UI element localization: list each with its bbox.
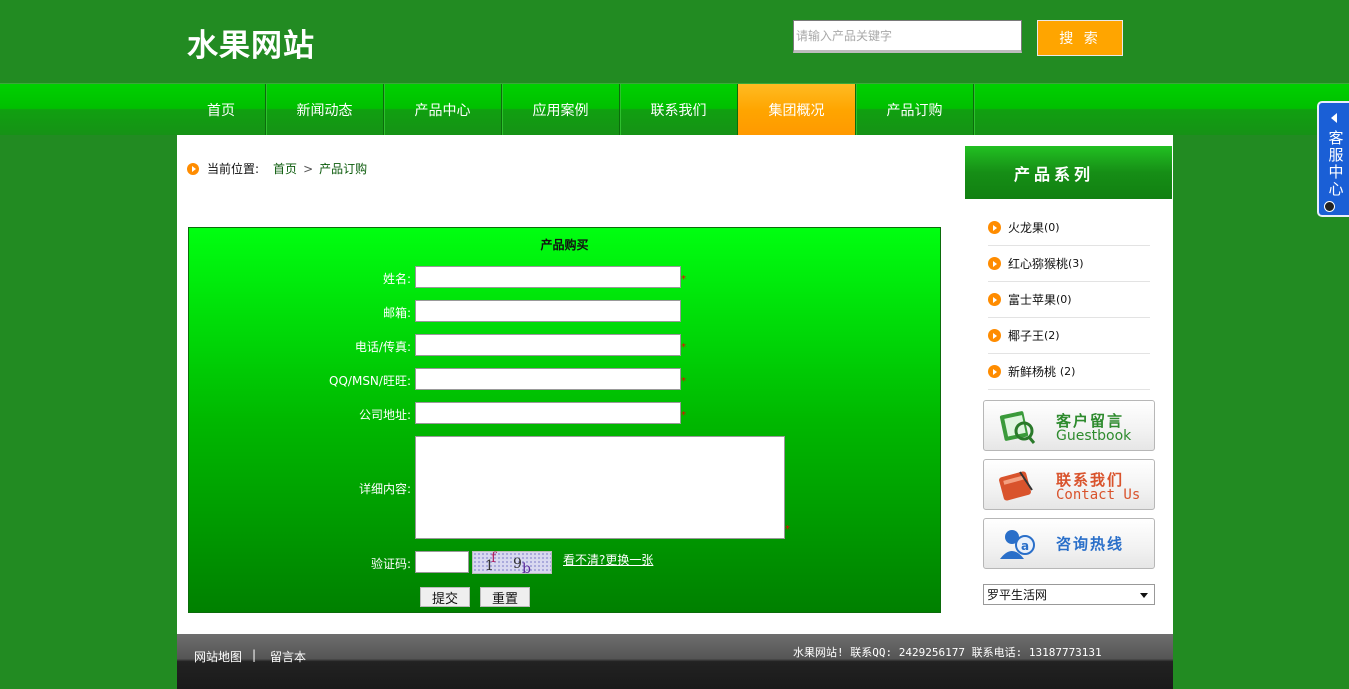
qq-icon	[1324, 201, 1335, 212]
arrow-circle-icon	[988, 257, 1001, 270]
category-count: (2)	[1059, 365, 1076, 378]
phone-field[interactable]	[415, 334, 681, 356]
list-item[interactable]: 红心猕猴桃 (3)	[988, 246, 1150, 282]
footer: 网站地图 | 留言本 水果网站! 联系QQ: 2429256177 联系电话: …	[177, 634, 1173, 689]
main-content: 当前位置: 首页 > 产品订购 产品购买 姓名: * 邮箱: 电话/传真: * …	[177, 135, 964, 634]
breadcrumb-home-link[interactable]: 首页	[273, 160, 297, 177]
footer-contact-info: 水果网站! 联系QQ: 2429256177 联系电话: 13187773131	[793, 646, 1102, 659]
hotline-title: 咨询热线	[1056, 535, 1125, 553]
main-nav: 首页 新闻动态 产品中心 应用案例 联系我们 集团概况 产品订购	[0, 83, 1349, 136]
required-mark: *	[681, 274, 686, 285]
footer-guestbook-link[interactable]: 留言本	[270, 648, 306, 665]
captcha-char: 9	[513, 556, 522, 572]
nav-item-news[interactable]: 新闻动态	[266, 84, 384, 136]
captcha-char: b	[522, 561, 531, 577]
arrow-circle-icon	[988, 365, 1001, 378]
guestbook-icon	[999, 411, 1036, 444]
customer-service-tab[interactable]: 客服中心	[1317, 101, 1349, 217]
email-label: 邮箱:	[382, 306, 411, 320]
breadcrumb-label: 当前位置:	[207, 162, 260, 176]
search-input[interactable]	[793, 20, 1022, 53]
nav-item-order[interactable]: 产品订购	[856, 84, 974, 136]
location-arrow-icon	[187, 162, 199, 175]
address-field[interactable]	[415, 402, 681, 424]
arrow-circle-icon	[988, 221, 1001, 234]
address-label: 公司地址:	[358, 408, 411, 422]
name-field[interactable]	[415, 266, 681, 288]
category-count: (2)	[1044, 329, 1060, 342]
footer-sitemap-link[interactable]: 网站地图	[194, 648, 242, 665]
nav-item-cases[interactable]: 应用案例	[502, 84, 620, 136]
captcha-refresh-link[interactable]: 看不清?更换一张	[563, 551, 653, 568]
guestbook-card[interactable]: 客户留言 Guestbook	[983, 400, 1155, 451]
contact-book-icon	[999, 471, 1033, 501]
site-select-value: 罗平生活网	[987, 588, 1048, 602]
category-count: (0)	[1044, 221, 1060, 234]
chevron-down-icon	[1140, 593, 1148, 598]
guestbook-subtitle: Guestbook	[1056, 428, 1132, 444]
category-name: 火龙果	[1008, 221, 1045, 235]
required-mark: *	[681, 410, 686, 421]
arrow-circle-icon	[988, 329, 1001, 342]
category-name: 椰子王	[1008, 329, 1045, 343]
order-form: 产品购买 姓名: * 邮箱: 电话/传真: * QQ/MSN/旺旺: * 公司地…	[188, 227, 941, 613]
arrow-left-icon	[1331, 113, 1337, 123]
nav-item-group-overview[interactable]: 集团概况	[738, 84, 856, 136]
footer-separator: |	[252, 648, 257, 662]
email-field[interactable]	[415, 300, 681, 322]
contact-subtitle: Contact Us	[1056, 487, 1141, 503]
arrow-circle-icon	[988, 293, 1001, 306]
im-field[interactable]	[415, 368, 681, 390]
sidebar: 产品系列 火龙果 (0) 红心猕猴桃 (3) 富士苹果 (0) 椰子王 (2) …	[964, 135, 1173, 634]
category-list: 火龙果 (0) 红心猕猴桃 (3) 富士苹果 (0) 椰子王 (2) 新鲜杨桃 …	[988, 210, 1150, 390]
required-mark: *	[785, 524, 790, 535]
category-count: (0)	[1056, 293, 1072, 306]
captcha-label: 验证码:	[370, 557, 411, 571]
phone-label: 电话/传真:	[354, 340, 411, 354]
site-logo[interactable]: 水果网站	[187, 20, 315, 65]
name-label: 姓名:	[382, 272, 411, 286]
captcha-image[interactable]: 1 f 9 b	[472, 550, 552, 577]
hotline-card[interactable]: a 咨询热线	[983, 518, 1155, 569]
category-count: (3)	[1068, 257, 1084, 270]
category-name: 红心猕猴桃	[1008, 257, 1069, 271]
details-textarea[interactable]	[415, 436, 785, 539]
list-item[interactable]: 椰子王 (2)	[988, 318, 1150, 354]
nav-item-contact[interactable]: 联系我们	[620, 84, 738, 136]
required-mark: *	[681, 342, 686, 353]
breadcrumb-current[interactable]: 产品订购	[319, 160, 367, 177]
captcha-char: f	[491, 550, 497, 566]
required-mark: *	[681, 376, 686, 387]
search-button[interactable]: 搜 索	[1037, 20, 1123, 56]
site-select[interactable]: 罗平生活网	[983, 584, 1155, 605]
breadcrumb: 当前位置: 首页 > 产品订购	[187, 160, 367, 177]
hotline-user-icon: a	[1000, 530, 1035, 559]
list-item[interactable]: 火龙果 (0)	[988, 210, 1150, 246]
details-label: 详细内容:	[358, 482, 411, 496]
nav-item-home[interactable]: 首页	[177, 84, 266, 136]
category-name: 新鲜杨桃	[1008, 365, 1060, 379]
im-label: QQ/MSN/旺旺:	[329, 374, 411, 388]
service-tab-label: 客服中心	[1328, 129, 1344, 198]
sidebar-title: 产品系列	[965, 146, 1172, 199]
list-item[interactable]: 新鲜杨桃 (2)	[988, 354, 1150, 390]
category-name: 富士苹果	[1008, 293, 1057, 307]
svg-text:a: a	[1021, 539, 1029, 553]
form-title: 产品购买	[540, 238, 589, 252]
submit-button[interactable]: 提交	[420, 587, 470, 607]
reset-button[interactable]: 重置	[480, 587, 530, 607]
captcha-input[interactable]	[415, 551, 469, 573]
breadcrumb-separator: >	[303, 161, 314, 176]
list-item[interactable]: 富士苹果 (0)	[988, 282, 1150, 318]
contact-card[interactable]: 联系我们 Contact Us	[983, 459, 1155, 510]
nav-item-products[interactable]: 产品中心	[384, 84, 502, 136]
